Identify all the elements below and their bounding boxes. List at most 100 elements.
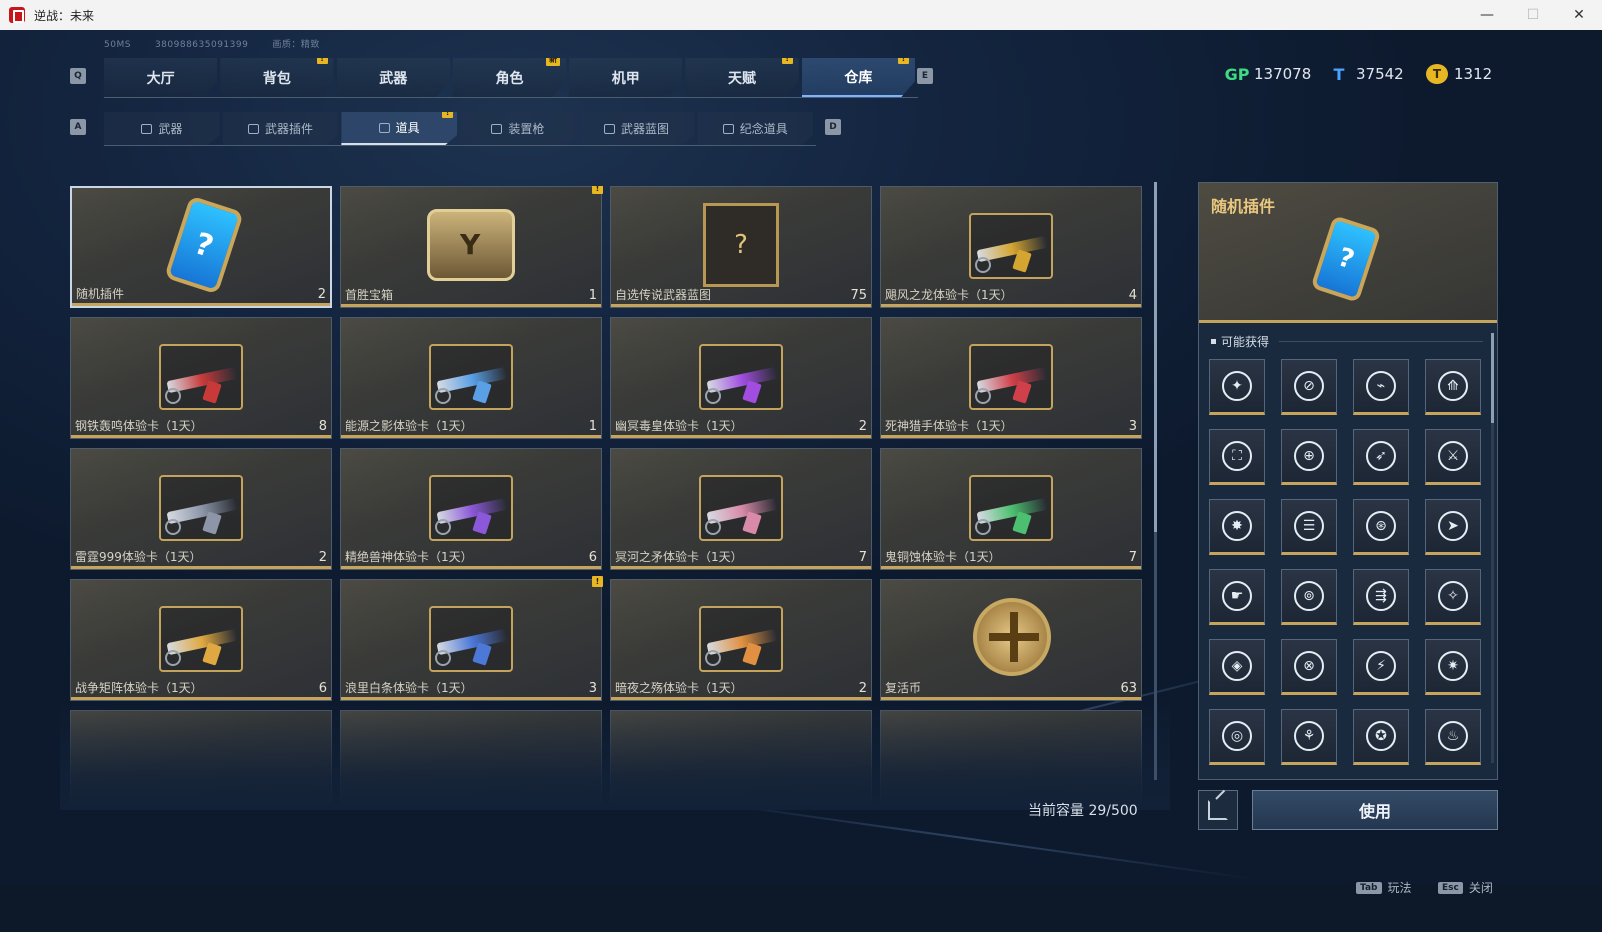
main-tabs: 大厅 背包! 武器 角色新机甲 天赋! 仓库!: [104, 58, 918, 98]
tab-main-2[interactable]: 武器: [336, 58, 450, 97]
reward-plugin-item[interactable]: ⊘: [1281, 359, 1337, 415]
reward-plugin-item[interactable]: ✪: [1353, 709, 1409, 765]
tab-sub-3[interactable]: 装置枪: [460, 112, 576, 145]
item-cell[interactable]: ? 自选传说武器蓝图 75: [610, 186, 872, 308]
tab-main-1[interactable]: 背包!: [220, 58, 334, 97]
plugin-icon: ⟰: [1438, 371, 1468, 401]
detail-scroll-thumb[interactable]: [1491, 333, 1494, 423]
status-line: 50MS 380988635091399 画质：精致: [104, 37, 344, 50]
item-cell[interactable]: 钢铁轰鸣体验卡（1天） 8: [70, 317, 332, 439]
grid-scrollbar[interactable]: [1154, 182, 1157, 780]
gun-trial-icon: [699, 475, 783, 541]
detail-scrollbar[interactable]: [1491, 333, 1494, 763]
reward-plugin-item[interactable]: ☰: [1281, 499, 1337, 555]
item-cell[interactable]: 首胜宝箱 1!: [340, 186, 603, 308]
item-name: 鬼铜蚀体验卡（1天）: [885, 550, 1001, 564]
plugin-icon: ⊘: [1294, 371, 1324, 401]
item-count: 2: [858, 681, 867, 696]
item-cell[interactable]: [340, 710, 602, 804]
plugin-icon: ⛶: [1222, 441, 1252, 471]
item-cell[interactable]: 冥河之矛体验卡（1天） 7: [610, 448, 872, 570]
use-button[interactable]: 使用: [1252, 790, 1498, 830]
item-cell[interactable]: 死神猎手体验卡（1天） 3: [880, 317, 1142, 439]
item-cell[interactable]: 浪里白条体验卡（1天） 3!: [340, 576, 603, 701]
reward-plugin-item[interactable]: ⊕: [1281, 429, 1337, 485]
item-name: 雷霆999体验卡（1天）: [75, 550, 202, 564]
item-cell[interactable]: 战争矩阵体验卡（1天） 6: [70, 579, 332, 701]
tab-sub-5[interactable]: 纪念道具: [697, 112, 814, 145]
item-cell[interactable]: 飓风之龙体验卡（1天） 4: [880, 186, 1142, 308]
key-d-hint[interactable]: D: [825, 119, 841, 135]
key-q-hint[interactable]: Q: [70, 68, 86, 84]
item-count: 75: [850, 288, 867, 303]
reward-plugin-item[interactable]: ⚔: [1425, 429, 1481, 485]
tab-main-3[interactable]: 角色 新: [452, 58, 567, 97]
hotkey-hint[interactable]: Tab 玩法: [1356, 879, 1412, 896]
item-cell[interactable]: 复活币 63: [880, 579, 1142, 701]
tab-main-4[interactable]: 机甲: [569, 58, 683, 97]
maximize-button[interactable]: ☐: [1510, 0, 1556, 30]
item-cell[interactable]: [70, 710, 332, 804]
notification-badge: !: [316, 58, 328, 64]
minimize-button[interactable]: —: [1464, 0, 1510, 30]
reward-plugin-item[interactable]: ⟰: [1425, 359, 1481, 415]
hotkey-hint[interactable]: Esc 关闭: [1438, 879, 1493, 896]
plugin-icon: ⚘: [1294, 721, 1324, 751]
tab-main-5[interactable]: 天赋!: [685, 58, 799, 97]
item-cell[interactable]: ? 随机插件 2: [70, 186, 332, 308]
plugin-icon: ⊗: [1294, 651, 1324, 681]
reward-plugin-item[interactable]: ⊚: [1281, 569, 1337, 625]
tab-label: 武器蓝图: [621, 122, 670, 136]
reward-plugin-item[interactable]: ⌁: [1353, 359, 1409, 415]
reward-plugin-item[interactable]: ⊗: [1281, 639, 1337, 695]
gun-trial-icon: [699, 606, 783, 672]
reward-plugin-item[interactable]: ✸: [1209, 499, 1265, 555]
tab-label: 纪念道具: [739, 122, 788, 136]
item-cell[interactable]: 雷霆999体验卡（1天） 2: [70, 448, 332, 570]
background-decor: [699, 800, 1255, 880]
detail-header: 随机插件 ?: [1199, 183, 1497, 323]
reward-plugin-item[interactable]: ☛: [1209, 569, 1265, 625]
reward-plugin-item[interactable]: ✷: [1425, 639, 1481, 695]
key-e-hint[interactable]: E: [917, 68, 933, 84]
reward-plugin-item[interactable]: ⊛: [1353, 499, 1409, 555]
reward-plugin-item[interactable]: ⛶: [1209, 429, 1265, 485]
clock-icon: [435, 650, 451, 666]
plugin-icon: ➶: [1366, 441, 1396, 471]
item-cell[interactable]: 精绝兽神体验卡（1天） 6: [340, 448, 602, 570]
item-cell[interactable]: 能源之影体验卡（1天） 1: [340, 317, 602, 439]
reward-plugin-item[interactable]: ✧: [1425, 569, 1481, 625]
notification-badge: !: [592, 576, 603, 587]
item-cell[interactable]: 暗夜之殇体验卡（1天） 2: [610, 579, 872, 701]
tab-sub-0[interactable]: 武器: [104, 112, 220, 145]
close-window-button[interactable]: ✕: [1556, 0, 1602, 30]
key-a-hint[interactable]: A: [70, 119, 86, 135]
tab-main-6[interactable]: 仓库!: [801, 58, 915, 97]
reward-plugin-item[interactable]: ➤: [1425, 499, 1481, 555]
item-name: 精绝兽神体验卡（1天）: [345, 550, 473, 564]
reward-plugin-item[interactable]: ✦: [1209, 359, 1265, 415]
reward-plugin-item[interactable]: ➶: [1353, 429, 1409, 485]
item-cell[interactable]: 幽冥毒皇体验卡（1天） 2: [610, 317, 872, 439]
plugin-icon: ◈: [1222, 651, 1252, 681]
ticket-icon: T: [1333, 64, 1345, 84]
reward-plugin-item[interactable]: ◎: [1209, 709, 1265, 765]
window-title: 逆战：未来: [34, 8, 95, 23]
tab-label: 武器: [158, 122, 183, 136]
tab-main-0[interactable]: 大厅: [104, 58, 218, 97]
clock-icon: [705, 519, 721, 535]
tab-sub-1[interactable]: 武器插件: [222, 112, 339, 145]
reward-plugin-item[interactable]: ⇶: [1353, 569, 1409, 625]
reward-plugin-item[interactable]: ♨: [1425, 709, 1481, 765]
tab-sub-4[interactable]: 武器蓝图: [578, 112, 695, 145]
share-button[interactable]: [1198, 790, 1238, 830]
grid-scroll-thumb[interactable]: [1154, 182, 1157, 532]
item-cell[interactable]: 鬼铜蚀体验卡（1天） 7: [880, 448, 1142, 570]
tab-sub-2[interactable]: 道具!: [341, 112, 458, 145]
reward-plugin-item[interactable]: ⚘: [1281, 709, 1337, 765]
item-cell[interactable]: [610, 710, 872, 804]
item-cell[interactable]: [880, 710, 1142, 804]
reward-plugin-item[interactable]: ⚡: [1353, 639, 1409, 695]
turret-icon: [491, 123, 503, 134]
reward-plugin-item[interactable]: ◈: [1209, 639, 1265, 695]
